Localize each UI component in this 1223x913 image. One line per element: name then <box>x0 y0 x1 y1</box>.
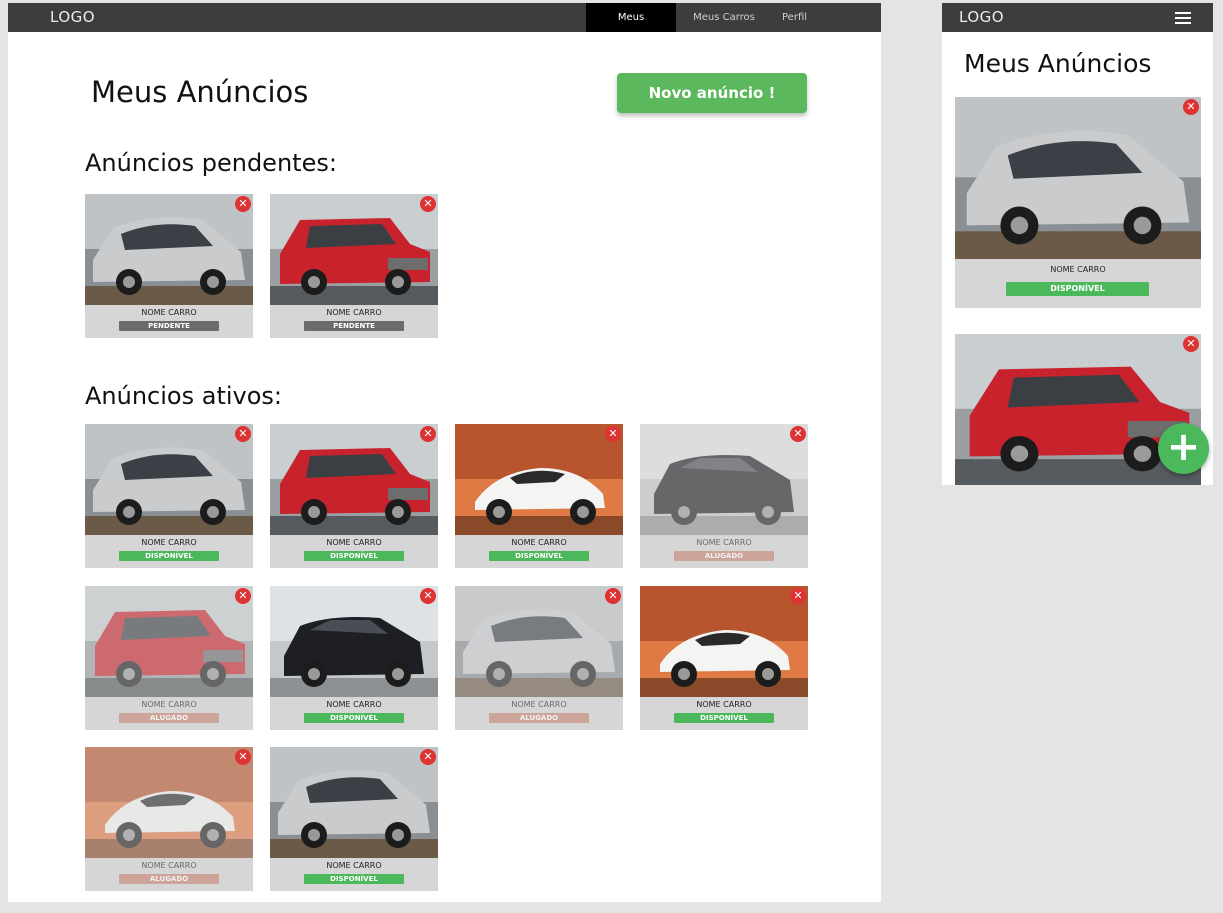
desktop-frame: LOGO Meus Anúncios Meus Carros Perfil Me… <box>8 3 881 902</box>
ad-card[interactable]: ✕ NOME CARRO ALUGADO <box>640 424 808 568</box>
car-photo <box>270 424 438 535</box>
car-name: NOME CARRO <box>511 538 567 547</box>
car-photo <box>640 586 808 697</box>
remove-ad-icon[interactable]: ✕ <box>235 196 251 212</box>
ad-card[interactable]: ✕ NOME CARRO ALUGADO <box>455 586 623 730</box>
car-name: NOME CARRO <box>326 308 382 317</box>
mobile-navbar: LOGO <box>942 3 1213 32</box>
status-badge: DISPONÍVEL <box>119 551 219 561</box>
remove-ad-icon[interactable]: ✕ <box>1183 99 1199 115</box>
car-name: NOME CARRO <box>326 861 382 870</box>
car-name: NOME CARRO <box>696 700 752 709</box>
status-badge: PENDENTE <box>304 321 404 331</box>
car-name: NOME CARRO <box>511 700 567 709</box>
car-photo <box>270 586 438 697</box>
car-name: NOME CARRO <box>141 538 197 547</box>
ad-card[interactable]: ✕ NOME CARRO ALUGADO <box>85 586 253 730</box>
remove-ad-icon[interactable]: ✕ <box>420 196 436 212</box>
ad-card[interactable]: ✕ NOME CARRO DISPONÍVEL <box>270 747 438 891</box>
status-badge: ALUGADO <box>674 551 774 561</box>
car-name: NOME CARRO <box>326 538 382 547</box>
nav-meus-carros[interactable]: Meus Carros <box>676 3 772 32</box>
car-photo <box>270 194 438 305</box>
status-badge: DISPONÍVEL <box>489 551 589 561</box>
car-name: NOME CARRO <box>1050 265 1106 274</box>
status-badge: DISPONÍVEL <box>304 874 404 884</box>
remove-ad-icon[interactable]: ✕ <box>790 426 806 442</box>
remove-ad-icon[interactable]: ✕ <box>420 426 436 442</box>
car-name: NOME CARRO <box>696 538 752 547</box>
ad-card[interactable]: ✕ NOME CARRO ALUGADO <box>85 747 253 891</box>
active-section-title: Anúncios ativos: <box>85 382 282 410</box>
remove-ad-icon[interactable]: ✕ <box>235 588 251 604</box>
ad-card[interactable]: ✕ NOME CARRO PENDENTE <box>85 194 253 338</box>
nav-meus-anuncios[interactable]: Meus Anúncios <box>586 3 676 52</box>
pending-section-title: Anúncios pendentes: <box>85 149 337 177</box>
remove-ad-icon[interactable]: ✕ <box>790 588 806 604</box>
desktop-navbar: LOGO Meus Anúncios Meus Carros Perfil <box>8 3 881 52</box>
ad-card[interactable]: ✕ NOME CARRO DISPONÍVEL <box>270 424 438 568</box>
car-photo <box>85 747 253 858</box>
remove-ad-icon[interactable]: ✕ <box>605 588 621 604</box>
menu-icon[interactable] <box>1175 12 1191 24</box>
car-photo <box>270 747 438 858</box>
remove-ad-icon[interactable]: ✕ <box>420 749 436 765</box>
car-photo <box>455 586 623 697</box>
ad-card[interactable]: ✕ NOME CARRO DISPONÍVEL <box>270 586 438 730</box>
car-name: NOME CARRO <box>141 308 197 317</box>
car-name: NOME CARRO <box>141 861 197 870</box>
remove-ad-icon[interactable]: ✕ <box>605 426 621 442</box>
logo[interactable]: LOGO <box>50 8 95 26</box>
status-badge: ALUGADO <box>119 713 219 723</box>
remove-ad-icon[interactable]: ✕ <box>235 426 251 442</box>
ad-card[interactable]: ✕ NOME CARRO DISPONÍVEL <box>455 424 623 568</box>
ad-card[interactable]: ✕ NOME CARRO PENDENTE <box>270 194 438 338</box>
nav-links: Meus Anúncios Meus Carros Perfil <box>586 3 816 52</box>
status-badge: PENDENTE <box>119 321 219 331</box>
ad-card[interactable]: ✕ NOME CARRO DISPONÍVEL <box>640 586 808 730</box>
add-ad-fab[interactable]: + <box>1158 423 1209 474</box>
mobile-page-title: Meus Anúncios <box>964 49 1152 78</box>
remove-ad-icon[interactable]: ✕ <box>420 588 436 604</box>
status-badge: DISPONÍVEL <box>1006 282 1149 296</box>
car-photo <box>955 97 1201 259</box>
status-badge: DISPONÍVEL <box>304 713 404 723</box>
car-photo <box>85 194 253 305</box>
status-badge: DISPONÍVEL <box>674 713 774 723</box>
new-ad-button[interactable]: Novo anúncio ! <box>617 73 807 113</box>
nav-perfil[interactable]: Perfil <box>772 3 816 32</box>
car-name: NOME CARRO <box>326 700 382 709</box>
remove-ad-icon[interactable]: ✕ <box>235 749 251 765</box>
remove-ad-icon[interactable]: ✕ <box>1183 336 1199 352</box>
page-title: Meus Anúncios <box>91 75 309 109</box>
car-name: NOME CARRO <box>141 700 197 709</box>
status-badge: ALUGADO <box>119 874 219 884</box>
ad-card[interactable]: ✕ NOME CARRO DISPONÍVEL <box>85 424 253 568</box>
status-badge: DISPONÍVEL <box>304 551 404 561</box>
mobile-logo[interactable]: LOGO <box>959 8 1004 26</box>
status-badge: ALUGADO <box>489 713 589 723</box>
car-photo <box>85 586 253 697</box>
ad-card[interactable]: ✕ NOME CARRO DISPONÍVEL <box>955 97 1201 308</box>
mobile-frame: LOGO Meus Anúncios ✕ NOME CARRO DISPONÍVEL… <box>942 3 1213 485</box>
car-photo <box>85 424 253 535</box>
car-photo <box>640 424 808 535</box>
car-photo <box>455 424 623 535</box>
